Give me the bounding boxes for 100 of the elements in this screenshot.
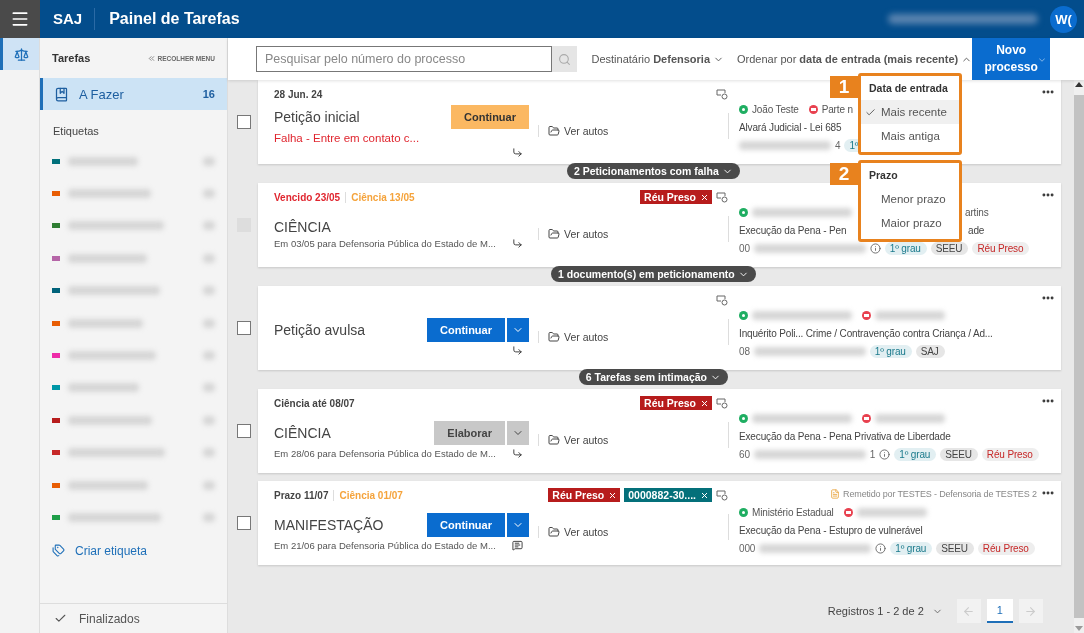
- step-number: 2: [830, 163, 858, 185]
- view-files-link[interactable]: Ver autos: [548, 125, 609, 137]
- tag-chip[interactable]: Réu Preso: [640, 396, 712, 410]
- checkbox[interactable]: [237, 321, 251, 335]
- comment-icon[interactable]: [512, 540, 523, 551]
- section-title: Etiquetas: [52, 124, 100, 139]
- view-files-link[interactable]: Ver autos: [548, 526, 609, 538]
- error-message: Falha - Entre em contato c...: [274, 131, 421, 144]
- search-icon: [558, 52, 572, 66]
- tag-settings-icon[interactable]: [716, 397, 728, 409]
- minus-status-icon: [862, 413, 871, 423]
- case-badge: SAJ: [915, 344, 945, 358]
- task-date: 28 Jun. 24: [274, 88, 323, 100]
- caret-icon: [1037, 55, 1047, 65]
- redacted-count: [203, 253, 215, 263]
- sort-dropdown[interactable]: Ordenar por data de entrada (mais recente): [737, 53, 973, 65]
- menu-group-title: Prazo: [868, 169, 899, 183]
- recipient-dropdown[interactable]: Destinatário Defensoria: [591, 53, 724, 65]
- party-name: Ministério Estadual: [752, 506, 834, 518]
- user-avatar[interactable]: W(: [1050, 5, 1077, 33]
- checkbox[interactable]: [237, 424, 251, 438]
- reply-arrow-icon[interactable]: [512, 448, 523, 459]
- forwarded-note: Remetido por TESTES - Defensoria de TESTES 2: [830, 489, 1037, 499]
- task-title: MANIFESTAÇÃO: [274, 517, 384, 533]
- search-field[interactable]: Pesquisar pelo número do processo: [256, 46, 553, 72]
- scroll-up-icon[interactable]: [1074, 82, 1083, 87]
- menu-icon[interactable]: [0, 0, 40, 38]
- plus-status-icon: [739, 310, 748, 320]
- case-badge: SEEU: [940, 447, 978, 461]
- redacted-count: [203, 189, 215, 199]
- scroll-down-icon[interactable]: [1074, 626, 1083, 631]
- checkbox[interactable]: [237, 115, 251, 129]
- scrollbar[interactable]: [1073, 80, 1084, 633]
- view-files-link[interactable]: Ver autos: [548, 331, 609, 343]
- remove-icon[interactable]: [701, 491, 708, 499]
- redacted-tag-name: [68, 156, 138, 166]
- nav-item[interactable]: A Fazer 16: [40, 78, 227, 110]
- book-icon: [54, 86, 69, 102]
- create-tag-link[interactable]: Criar etiqueta: [40, 533, 227, 568]
- page-button[interactable]: 1: [986, 599, 1013, 623]
- task-title: Petição inicial: [274, 108, 360, 125]
- menu-option[interactable]: Menor prazo: [861, 187, 959, 211]
- new-process-button[interactable]: Novo processo: [972, 38, 1050, 80]
- action-button[interactable]: Continuar: [427, 513, 505, 537]
- reply-arrow-icon[interactable]: [512, 345, 523, 356]
- scales-icon[interactable]: [0, 38, 39, 70]
- task-note: Em 21/06 para Defensoria Pública do Estado de M...: [274, 540, 496, 551]
- folder-icon: [548, 434, 560, 446]
- action-button[interactable]: Continuar: [451, 104, 529, 129]
- folder-icon: [548, 125, 560, 137]
- brand-logo: SAJ: [40, 8, 96, 30]
- double-chevron-icon: [146, 53, 156, 63]
- section-title: Tarefas: [52, 52, 91, 64]
- action-button[interactable]: Continuar: [427, 318, 505, 342]
- case-class: Execução da Pena - Pen: [739, 224, 847, 236]
- info-icon[interactable]: [875, 542, 887, 554]
- redacted-count: [203, 156, 215, 166]
- checkbox[interactable]: [237, 516, 251, 530]
- case-badge: Réu Preso: [972, 241, 1030, 255]
- action-button[interactable]: Elaborar: [434, 421, 505, 445]
- info-icon[interactable]: [879, 448, 891, 460]
- reply-arrow-icon[interactable]: [512, 146, 523, 158]
- redacted-count: [203, 286, 215, 296]
- group-toggle[interactable]: 6 Tarefas sem intimação: [578, 369, 728, 385]
- remove-icon[interactable]: [701, 399, 708, 407]
- task-date: Vencido 23/05: [274, 191, 341, 203]
- plus-status-icon: [739, 104, 748, 114]
- party-name: Parte n: [821, 103, 853, 115]
- tag-settings-icon[interactable]: [716, 489, 728, 501]
- tag-chip[interactable]: 0000882-30....: [624, 488, 712, 502]
- folder-icon: [548, 331, 560, 343]
- step-number: 1: [830, 76, 858, 98]
- case-badge: Réu Preso: [981, 447, 1039, 461]
- case-number: 4: [835, 139, 841, 151]
- group-toggle[interactable]: 2 Peticionamentos com falha: [567, 163, 740, 179]
- redacted-count: [203, 221, 215, 231]
- redacted-count: [203, 351, 215, 361]
- menu-option[interactable]: Mais recente: [861, 100, 959, 124]
- case-class: Inquérito Poli... Crime / Contravenção contra Criança / Ad...: [739, 327, 993, 339]
- case-class: Alvará Judicial - Lei 685: [739, 121, 842, 133]
- finished-item[interactable]: Finalizados: [40, 603, 227, 633]
- check-icon: [54, 612, 67, 625]
- document-icon: [830, 489, 841, 499]
- tag-chip[interactable]: Réu Preso: [548, 488, 621, 502]
- task-date: Ciência 13/05: [345, 191, 415, 203]
- remove-icon[interactable]: [609, 491, 617, 499]
- plus-status-icon: [739, 207, 748, 217]
- arrow-left-icon: [962, 604, 976, 618]
- redacted-name: [875, 413, 945, 423]
- tag-settings-icon[interactable]: [716, 88, 728, 100]
- group-toggle[interactable]: 1 documento(s) em peticionamento: [551, 266, 756, 282]
- task-note: Em 28/06 para Defensoria Pública do Estado de M...: [274, 448, 496, 459]
- case-badge: 1º grau: [890, 541, 933, 555]
- reply-arrow-icon[interactable]: [512, 238, 523, 249]
- plus-status-icon: [739, 413, 748, 423]
- tag-settings-icon[interactable]: [716, 294, 728, 306]
- menu-option[interactable]: Maior prazo: [861, 211, 959, 235]
- view-files-link[interactable]: Ver autos: [548, 434, 609, 446]
- tag-settings-icon[interactable]: [716, 191, 728, 203]
- redacted-tag-name: [68, 383, 139, 393]
